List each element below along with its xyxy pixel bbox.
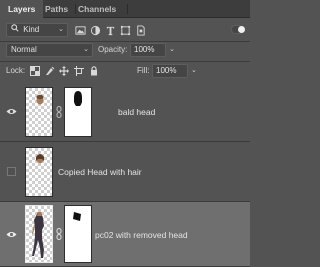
divider bbox=[0, 61, 250, 62]
tab-layers[interactable]: Layers bbox=[0, 0, 43, 19]
type-filter-icon[interactable] bbox=[104, 24, 116, 36]
opacity-label: Opacity: bbox=[98, 45, 128, 54]
layer-name[interactable]: bald head bbox=[118, 106, 155, 118]
head-thumbnail-image bbox=[36, 94, 44, 105]
layer-thumbnail bbox=[25, 147, 53, 197]
layer-row-pc02[interactable]: pc02 with removed head bbox=[0, 202, 250, 267]
mask-silhouette bbox=[74, 91, 82, 106]
hidden-eye-icon bbox=[7, 167, 16, 176]
shape-filter-icon[interactable] bbox=[119, 24, 131, 36]
smart-object-filter-icon[interactable] bbox=[134, 24, 146, 36]
chevron-down-icon: ⌄ bbox=[83, 46, 89, 53]
mask-link-icon[interactable] bbox=[56, 106, 62, 118]
mask-black-patch bbox=[73, 212, 81, 221]
tab-divider bbox=[75, 4, 76, 14]
head-thumbnail-image bbox=[36, 154, 44, 164]
pixel-filter-icon[interactable] bbox=[74, 24, 86, 36]
filter-kind-label: Kind bbox=[23, 25, 40, 34]
lock-position-icon[interactable] bbox=[58, 65, 70, 77]
eye-icon[interactable] bbox=[0, 82, 22, 141]
blend-row: Normal ⌄ Opacity: 100% ⌄ bbox=[0, 43, 250, 59]
layer-thumbnail bbox=[25, 87, 53, 137]
layer-row-bald-head[interactable]: bald head bbox=[0, 82, 250, 142]
search-icon bbox=[11, 24, 21, 36]
layer-filter-row: Kind ⌄ bbox=[0, 23, 250, 39]
chevron-down-icon: ⌄ bbox=[58, 26, 64, 33]
divider bbox=[0, 41, 250, 42]
lock-artboard-icon[interactable] bbox=[73, 65, 85, 77]
lock-label: Lock: bbox=[6, 66, 26, 75]
blend-mode-value: Normal bbox=[11, 45, 37, 54]
layer-row-copied-head[interactable]: Copied Head with hair bbox=[0, 142, 250, 202]
filter-toggle-knob bbox=[238, 26, 245, 33]
visibility-toggle[interactable] bbox=[0, 142, 22, 201]
opacity-value: 100% bbox=[134, 45, 155, 54]
layer-mask-thumbnail[interactable] bbox=[64, 205, 92, 263]
panel-tab-bar: Layers Paths Channels bbox=[0, 0, 250, 19]
adjustment-filter-icon[interactable] bbox=[89, 24, 101, 36]
fill-value: 100% bbox=[156, 66, 177, 75]
fill-input[interactable]: 100% bbox=[152, 64, 188, 78]
fill-label: Fill: bbox=[137, 66, 150, 75]
lock-row: Lock: Fill: 100% ⌄ bbox=[0, 64, 250, 80]
layer-mask-thumbnail[interactable] bbox=[64, 87, 92, 137]
tab-channels[interactable]: Channels bbox=[78, 0, 128, 18]
filter-kind-select[interactable]: Kind ⌄ bbox=[6, 23, 68, 37]
layer-name[interactable]: pc02 with removed head bbox=[95, 229, 188, 241]
lock-all-icon[interactable] bbox=[88, 65, 100, 77]
layer-thumbnail bbox=[25, 205, 53, 263]
tab-paths[interactable]: Paths bbox=[45, 0, 75, 18]
blend-mode-select[interactable]: Normal ⌄ bbox=[6, 43, 93, 57]
opacity-input[interactable]: 100% bbox=[130, 43, 166, 57]
lock-transparent-icon[interactable] bbox=[29, 65, 41, 77]
chevron-down-icon[interactable]: ⌄ bbox=[191, 64, 197, 78]
tab-divider bbox=[127, 4, 128, 14]
body-thumbnail-image bbox=[32, 212, 44, 258]
layers-list: bald head Copied Head with hair pc02 wit… bbox=[0, 82, 250, 267]
layer-name[interactable]: Copied Head with hair bbox=[58, 166, 142, 178]
chevron-down-icon[interactable]: ⌄ bbox=[169, 43, 175, 57]
mask-link-icon[interactable] bbox=[56, 228, 62, 240]
eye-icon[interactable] bbox=[0, 202, 22, 266]
lock-image-icon[interactable] bbox=[44, 65, 56, 77]
